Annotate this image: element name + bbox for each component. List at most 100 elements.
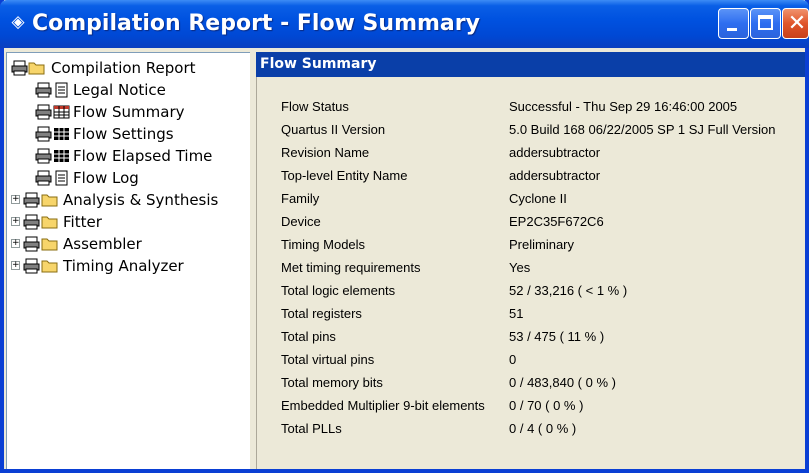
printer-icon — [23, 214, 40, 230]
row-value: 52 / 33,216 ( < 1 % ) — [509, 283, 628, 298]
minimize-icon — [727, 28, 737, 31]
table-row: Flow Status Successful - Thu Sep 29 16:46… — [257, 95, 806, 118]
row-value: Cyclone II — [509, 191, 567, 206]
document-icon — [55, 170, 68, 186]
row-value: Successful - Thu Sep 29 16:46:00 2005 — [509, 99, 738, 114]
table-row: Device EP2C35F672C6 — [257, 210, 806, 233]
report-header: Flow Summary — [256, 52, 805, 77]
printer-icon — [23, 258, 40, 274]
tree-item-flow-elapsed-time[interactable]: Flow Elapsed Time — [35, 145, 247, 167]
row-value: EP2C35F672C6 — [509, 214, 604, 229]
expand-plus-icon[interactable]: + — [11, 239, 20, 248]
printer-icon — [23, 236, 40, 252]
maximize-icon — [758, 15, 773, 30]
table-icon — [54, 150, 69, 162]
tree-item-label: Compilation Report — [51, 59, 196, 77]
row-value: 0 / 70 ( 0 % ) — [509, 398, 584, 413]
row-key: Total memory bits — [281, 375, 383, 390]
row-key: Top-level Entity Name — [281, 168, 408, 183]
row-key: Revision Name — [281, 145, 370, 160]
tree-item-compilation-report[interactable]: Compilation Report — [11, 57, 247, 79]
table-row: Total virtual pins 0 — [257, 348, 806, 371]
tree-item-label: Fitter — [63, 213, 102, 231]
folder-icon — [41, 260, 58, 273]
folder-icon — [41, 238, 58, 251]
table-row: Quartus II Version 5.0 Build 168 06/22/20… — [257, 118, 806, 141]
maximize-button[interactable] — [750, 8, 781, 39]
printer-icon — [35, 148, 52, 164]
table-row: Total logic elements 52 / 33,216 ( < 1 % … — [257, 279, 806, 302]
table-row: Family Cyclone II — [257, 187, 806, 210]
row-key: Family — [281, 191, 320, 206]
tree-item-assembler[interactable]: + Assembler — [11, 233, 247, 255]
folder-icon — [41, 194, 58, 207]
tree-item-flow-settings[interactable]: Flow Settings — [35, 123, 247, 145]
table-icon — [54, 128, 69, 140]
table-row: Met timing requirements Yes — [257, 256, 806, 279]
close-icon: ✕ — [787, 11, 807, 36]
title-bar[interactable]: ◈ Compilation Report - Flow Summary ✕ — [0, 0, 809, 48]
table-row: Top-level Entity Name addersubtractor — [257, 164, 806, 187]
folder-icon — [28, 62, 45, 75]
row-key: Flow Status — [281, 99, 349, 114]
tree-item-label: Flow Elapsed Time — [73, 147, 213, 165]
tree-item-flow-summary[interactable]: Flow Summary — [35, 101, 247, 123]
tree-item-timing-analyzer[interactable]: + Timing Analyzer — [11, 255, 247, 277]
report-panel: Flow Summary Flow Status Successful - Thu… — [256, 52, 805, 469]
row-key: Met timing requirements — [281, 260, 421, 275]
row-key: Embedded Multiplier 9-bit elements — [281, 398, 485, 413]
report-header-title: Flow Summary — [260, 56, 377, 72]
tree-item-flow-log[interactable]: Flow Log — [35, 167, 247, 189]
table-row: Revision Name addersubtractor — [257, 141, 806, 164]
row-value: 0 — [509, 352, 517, 367]
tree-item-label: Flow Log — [73, 169, 139, 187]
table-row: Total memory bits 0 / 483,840 ( 0 % ) — [257, 371, 806, 394]
row-key: Timing Models — [281, 237, 366, 252]
row-value: 51 — [509, 306, 524, 321]
folder-icon — [41, 216, 58, 229]
tree-item-fitter[interactable]: + Fitter — [11, 211, 247, 233]
printer-icon — [35, 126, 52, 142]
tree-item-label: Assembler — [63, 235, 142, 253]
flow-summary-table: Flow Status Successful - Thu Sep 29 16:46… — [256, 77, 805, 469]
table-row: Embedded Multiplier 9-bit elements 0 / 70… — [257, 394, 806, 417]
row-value: 5.0 Build 168 06/22/2005 SP 1 SJ Full Ve… — [509, 122, 776, 137]
report-tree[interactable]: Compilation Report Legal Notice Flow Sum… — [6, 52, 250, 469]
row-key: Total pins — [281, 329, 336, 344]
row-value: 0 / 483,840 ( 0 % ) — [509, 375, 616, 390]
row-key: Total virtual pins — [281, 352, 375, 367]
row-key: Quartus II Version — [281, 122, 386, 137]
printer-icon — [23, 192, 40, 208]
row-value: 53 / 475 ( 11 % ) — [509, 329, 605, 344]
row-value: addersubtractor — [509, 145, 601, 160]
printer-icon — [35, 170, 52, 186]
row-value: Preliminary — [509, 237, 575, 252]
table-row: Total registers 51 — [257, 302, 806, 325]
table-row: Total pins 53 / 475 ( 11 % ) — [257, 325, 806, 348]
table-icon — [53, 105, 70, 119]
printer-icon — [35, 82, 52, 98]
tree-item-label: Flow Settings — [73, 125, 174, 143]
tree-item-analysis-synthesis[interactable]: + Analysis & Synthesis — [11, 189, 247, 211]
expand-plus-icon[interactable]: + — [11, 261, 20, 270]
expand-plus-icon[interactable]: + — [11, 217, 20, 226]
expand-plus-icon[interactable]: + — [11, 195, 20, 204]
tree-item-legal-notice[interactable]: Legal Notice — [35, 79, 247, 101]
row-value: 0 / 4 ( 0 % ) — [509, 421, 577, 436]
tree-item-label: Analysis & Synthesis — [63, 191, 219, 209]
row-key: Total logic elements — [281, 283, 396, 298]
document-icon — [55, 82, 68, 98]
minimize-button[interactable] — [718, 8, 749, 39]
table-row: Total PLLs 0 / 4 ( 0 % ) — [257, 417, 806, 440]
tree-item-label: Timing Analyzer — [63, 257, 184, 275]
report-window: ◈ Compilation Report - Flow Summary ✕ Co… — [0, 0, 809, 473]
app-diamond-icon[interactable]: ◈ — [8, 11, 28, 33]
window-title: Compilation Report - Flow Summary — [32, 11, 480, 36]
printer-icon — [35, 104, 52, 120]
printer-icon — [11, 60, 28, 76]
row-key: Total PLLs — [281, 421, 342, 436]
row-key: Device — [281, 214, 321, 229]
row-key: Total registers — [281, 306, 362, 321]
client-area: Compilation Report Legal Notice Flow Sum… — [4, 48, 805, 469]
close-button[interactable]: ✕ — [782, 8, 809, 39]
